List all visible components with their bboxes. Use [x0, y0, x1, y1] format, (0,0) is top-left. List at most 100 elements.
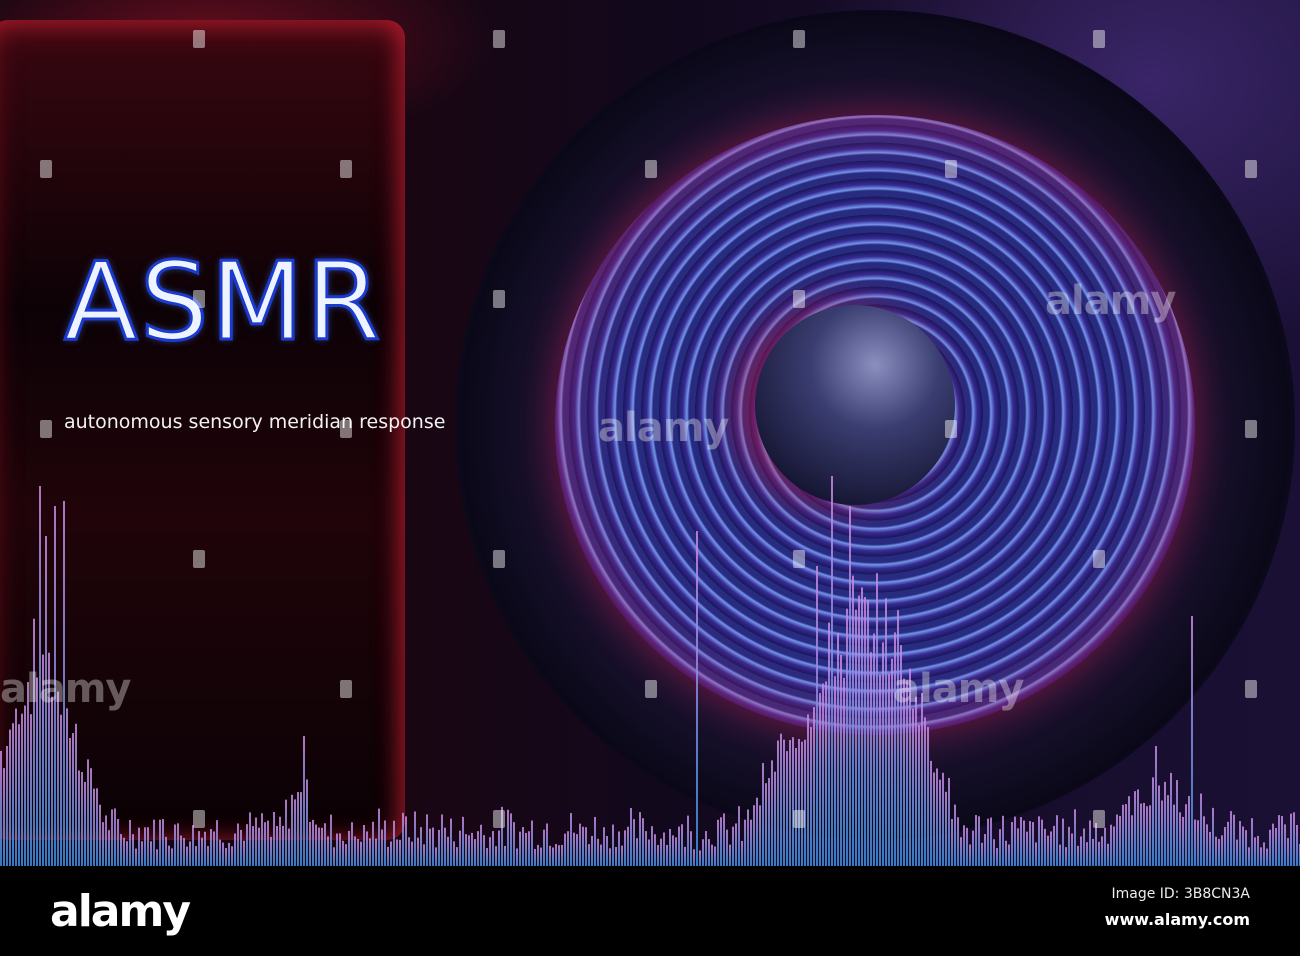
waveform-bar [288, 828, 290, 866]
waveform-bar [420, 827, 422, 866]
waveform-bar [1131, 815, 1133, 866]
waveform-bar [315, 824, 317, 866]
waveform-bar [273, 812, 275, 866]
waveform-bar [414, 811, 416, 866]
waveform-bar [600, 844, 602, 866]
waveform-bar [663, 832, 665, 866]
waveform-bar [672, 835, 674, 866]
waveform-bar [285, 799, 287, 866]
waveform-bar [156, 849, 158, 866]
waveform-bar [159, 819, 161, 866]
waveform-bar [477, 831, 479, 866]
waveform-bar [1113, 826, 1115, 866]
waveform-bar [93, 788, 95, 866]
waveform-bar [1086, 842, 1088, 866]
waveform-bar [762, 763, 764, 866]
waveform-bar [312, 819, 314, 866]
waveform-bar [939, 779, 941, 866]
waveform-bar [558, 845, 560, 866]
waveform-bar [108, 830, 110, 866]
waveform-bar [747, 809, 749, 866]
waveform-bar [825, 681, 827, 866]
waveform-bar [987, 818, 989, 866]
waveform-bar [198, 831, 200, 866]
waveform-bar [1056, 815, 1058, 866]
waveform-bar [882, 642, 884, 866]
alamy-logo: alamy [50, 886, 191, 937]
waveform-bar [741, 840, 743, 866]
waveform-bar [510, 813, 512, 866]
waveform-bar [1251, 818, 1253, 866]
waveform-bar [708, 839, 710, 866]
watermark-mark [1245, 680, 1257, 698]
waveform-bar [507, 809, 509, 866]
waveform-bar [786, 751, 788, 866]
waveform-bar [138, 827, 140, 866]
waveform-bar [756, 797, 758, 866]
waveform-bar [972, 830, 974, 866]
waveform-bar [555, 844, 557, 866]
waveform-bar [1278, 815, 1280, 866]
waveform-bar [324, 823, 326, 866]
waveform-bar [318, 827, 320, 866]
waveform-bar [528, 831, 530, 866]
waveform-bar [231, 846, 233, 866]
waveform-bar [1038, 816, 1040, 866]
waveform-bar [1185, 804, 1187, 866]
waveform-bar [999, 829, 1001, 866]
waveform-bar [441, 814, 443, 866]
waveform-bar [222, 842, 224, 866]
waveform-bar [360, 841, 362, 866]
waveform-bar [1119, 815, 1121, 866]
waveform-bar [489, 837, 491, 866]
waveform-bar [60, 714, 62, 866]
waveform-bar [141, 841, 143, 866]
waveform-bar [711, 844, 713, 866]
waveform-bar [1254, 837, 1256, 866]
waveform-bar [864, 597, 866, 866]
waveform-bar [702, 839, 704, 866]
waveform-bar [780, 733, 782, 866]
waveform-bar [1017, 828, 1019, 866]
waveform-bar [1245, 830, 1247, 866]
waveform-bar [393, 820, 395, 866]
waveform-bar [690, 831, 692, 866]
watermark: alamy [0, 666, 131, 712]
waveform-bar [120, 834, 122, 866]
waveform-bar [705, 831, 707, 866]
waveform-bar [66, 708, 68, 866]
waveform-bar [933, 772, 935, 866]
waveform-bar [72, 733, 74, 866]
waveform-bar [729, 844, 731, 866]
waveform-bar [1200, 793, 1202, 866]
waveform-bar [963, 825, 965, 866]
waveform-bar [255, 817, 257, 866]
waveform-bar [399, 839, 401, 866]
waveform-bar [24, 705, 26, 866]
waveform-bar [876, 573, 878, 866]
waveform-bar [459, 830, 461, 866]
waveform-bar [114, 808, 116, 866]
waveform-bar [615, 846, 617, 866]
waveform-bar [738, 806, 740, 866]
waveform-bar [246, 824, 248, 866]
waveform-bar [1281, 816, 1283, 866]
waveform-bar [774, 771, 776, 866]
waveform-bar [264, 822, 266, 866]
waveform-bar [696, 531, 698, 866]
waveform-bar [564, 833, 566, 866]
waveform-bar [1224, 827, 1226, 866]
watermark-mark [1245, 160, 1257, 178]
waveform-bar [822, 683, 824, 866]
stock-photo: ASMR autonomous sensory meridian respons… [0, 0, 1300, 956]
waveform-bar [0, 750, 2, 866]
waveform-bar [183, 838, 185, 866]
waveform-bar [714, 846, 716, 866]
watermark-mark [1093, 550, 1105, 568]
waveform-bar [795, 748, 797, 866]
waveform-bar [1269, 829, 1271, 866]
waveform-bar [1155, 746, 1157, 866]
waveform-bar [57, 691, 59, 866]
waveform-bar [201, 837, 203, 866]
waveform-bar [204, 831, 206, 866]
